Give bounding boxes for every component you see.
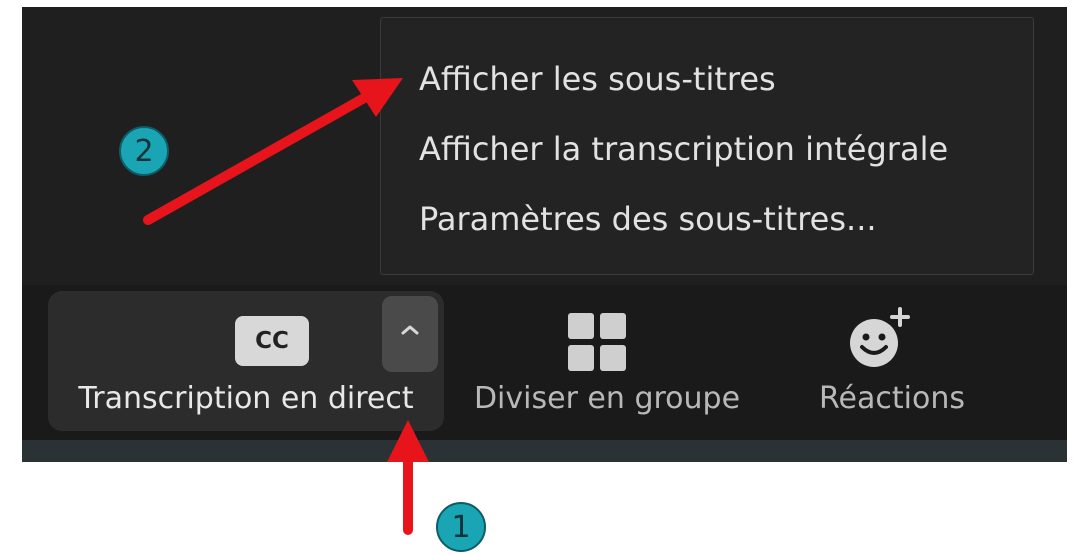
step-2-badge: 2: [119, 126, 169, 176]
arrow-to-show-subtitles: [143, 78, 403, 225]
arrow-to-transcription-button: [387, 420, 429, 535]
annotation-arrows: [143, 78, 429, 535]
step-1-badge: 1: [436, 502, 486, 552]
